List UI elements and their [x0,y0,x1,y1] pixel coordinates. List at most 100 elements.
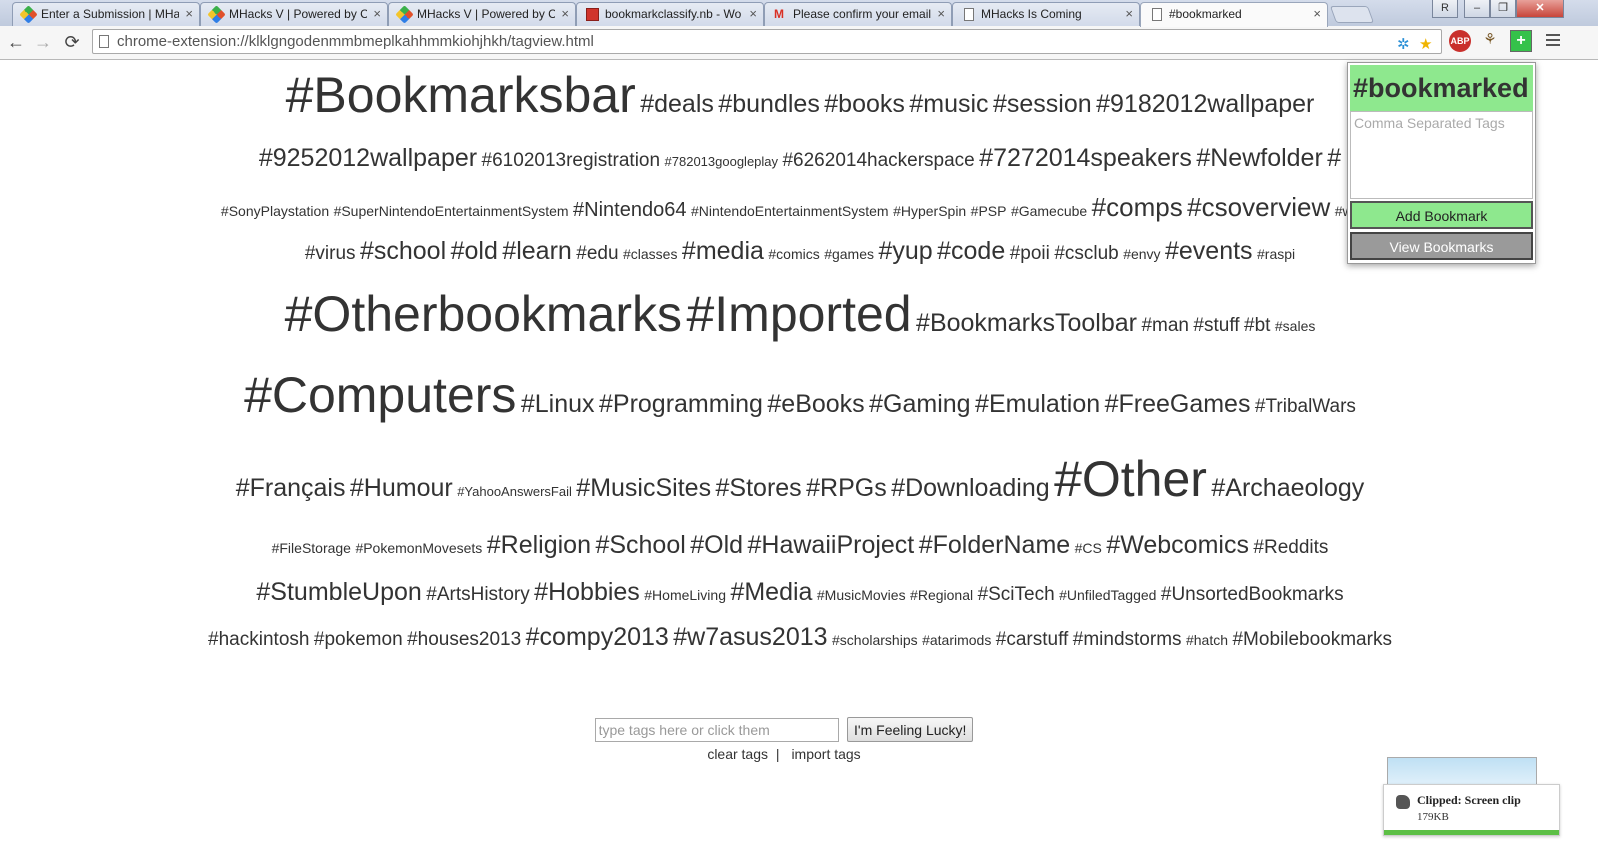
tag-link[interactable]: #Webcomics [1106,531,1249,559]
tag-link[interactable]: #Other [1054,451,1207,507]
tag-link[interactable]: #Hobbies [534,578,640,606]
tab-2[interactable]: MHacks V | Powered by Cl × [200,2,388,26]
tag-link[interactable]: #CS [1075,540,1102,556]
tag-link[interactable]: #scholarships [832,632,918,648]
reload-icon[interactable]: ⟳ [61,31,83,53]
tag-link[interactable]: #Stores [716,474,802,502]
tag-link[interactable]: #csoverview [1187,192,1330,222]
tag-link[interactable]: #Downloading [891,474,1049,502]
tag-link[interactable]: #YahooAnswersFail [457,484,572,499]
tag-link[interactable]: #Computers [244,367,516,423]
tag-link[interactable]: #pokemon [314,629,403,650]
tag-link[interactable]: #music [909,90,988,118]
tab-3[interactable]: MHacks V | Powered by Cl × [388,2,576,26]
tag-link[interactable]: #HawaiiProject [748,531,915,559]
tag-link[interactable]: #FileStorage [272,540,351,556]
tag-link[interactable]: #HyperSpin [893,203,966,219]
tag-link[interactable]: #FreeGames [1105,390,1251,418]
tag-link[interactable]: #Bookmarksbar [286,67,636,123]
tag-link[interactable]: #BookmarksToolbar [916,309,1137,337]
tag-link[interactable]: #csclub [1054,243,1118,264]
tag-link[interactable]: #Archaeology [1211,474,1364,502]
tag-link[interactable]: #MusicSites [576,474,711,502]
close-icon[interactable]: × [1313,3,1321,25]
close-icon[interactable]: × [749,3,757,25]
tag-link[interactable]: #classes [623,246,677,262]
user-icon[interactable]: R [1432,0,1458,18]
tag-link[interactable]: #events [1165,237,1253,265]
tag-link[interactable]: #MusicMovies [817,587,906,603]
tag-link[interactable]: #Mobilebookmarks [1232,629,1391,650]
tag-link[interactable]: #old [451,237,498,265]
tag-link[interactable]: #6102013registration [482,150,661,171]
clip-notification[interactable]: Clipped: Screen clip 179KB [1383,784,1560,836]
tag-link[interactable]: #compy2013 [526,623,669,651]
tag-link[interactable]: #mindstorms [1073,629,1182,650]
tag-link[interactable]: #TribalWars [1255,396,1356,417]
tag-link[interactable]: #Old [690,531,743,559]
tag-link[interactable]: #StumbleUpon [256,578,421,606]
tag-link[interactable]: #w7asus2013 [673,623,827,651]
extension-icon[interactable]: ⚘ [1479,30,1501,52]
tag-link[interactable]: #code [937,237,1005,265]
restore-button[interactable]: ❐ [1490,0,1516,18]
tab-4[interactable]: bookmarkclassify.nb - Wo × [576,2,764,26]
tag-link[interactable]: #SonyPlaystation [221,203,329,219]
tag-link[interactable]: #atarimods [922,632,991,648]
bookmarked-extension-icon[interactable]: + [1510,30,1532,52]
clear-tags-link[interactable]: clear tags [707,746,768,762]
tag-link[interactable]: #Linux [521,390,595,418]
tag-link[interactable]: #UnfiledTagged [1059,587,1156,603]
close-icon[interactable]: × [937,3,945,25]
back-icon[interactable]: ← [5,31,27,53]
view-bookmarks-button[interactable]: View Bookmarks [1350,232,1533,260]
new-tab-button[interactable] [1329,6,1375,23]
tag-link[interactable]: #ArtsHistory [426,584,529,605]
tag-link[interactable]: #man [1141,315,1189,336]
tag-link[interactable]: #games [824,246,874,262]
tag-link[interactable]: #Gaming [869,390,970,418]
tag-link[interactable]: #hackintosh [208,629,309,650]
tag-link[interactable]: #PSP [971,203,1007,219]
tag-link[interactable]: #Imported [686,286,911,342]
tag-link[interactable]: #NintendoEntertainmentSystem [691,203,889,219]
tag-link[interactable]: #RPGs [806,474,887,502]
tag-link[interactable]: # [1327,144,1341,172]
tag-link[interactable]: #envy [1123,246,1160,262]
tag-link[interactable]: #School [595,531,685,559]
tag-link[interactable]: #9182012wallpaper [1096,90,1314,118]
tag-link[interactable]: #yup [878,237,932,265]
tag-link[interactable]: #FolderName [919,531,1070,559]
tag-link[interactable]: #Regional [910,587,973,603]
tag-link[interactable]: #comics [768,246,819,262]
tab-1[interactable]: Enter a Submission | MHa × [12,2,200,26]
tag-link[interactable]: #Newfolder [1196,144,1322,172]
address-bar[interactable]: chrome-extension://klklgngodenmmbmeplkah… [92,29,1442,54]
translate-icon[interactable]: ✲ [1397,33,1410,56]
close-window-button[interactable]: ✕ [1516,0,1564,18]
tab-5[interactable]: M Please confirm your email × [764,2,952,26]
tag-link[interactable]: #virus [305,243,356,264]
tag-link[interactable]: #HomeLiving [644,587,726,603]
tag-link[interactable]: #7272014speakers [979,144,1192,172]
tag-link[interactable]: #poii [1010,243,1050,264]
close-icon[interactable]: × [561,3,569,25]
tag-link[interactable]: #raspi [1257,246,1295,262]
tag-search-input[interactable] [594,717,839,742]
feeling-lucky-button[interactable]: I'm Feeling Lucky! [847,717,974,742]
tag-link[interactable]: #782013googleplay [665,154,779,169]
forward-icon[interactable]: → [32,31,54,53]
close-icon[interactable]: × [185,3,193,25]
tag-link[interactable]: #9252012wallpaper [259,144,477,172]
tag-link[interactable]: #carstuff [996,629,1069,650]
tag-link[interactable]: #Otherbookmarks [285,286,682,342]
minimize-button[interactable]: – [1464,0,1490,18]
chrome-menu-icon[interactable] [1546,34,1560,49]
tag-link[interactable]: #houses2013 [407,629,521,650]
close-icon[interactable]: × [373,3,381,25]
tag-link[interactable]: #hatch [1186,632,1228,648]
tag-link[interactable]: #6262014hackerspace [782,150,974,171]
tag-link[interactable]: #Français [236,474,346,502]
tag-link[interactable]: #comps [1092,192,1183,222]
tag-link[interactable]: #edu [576,243,618,264]
